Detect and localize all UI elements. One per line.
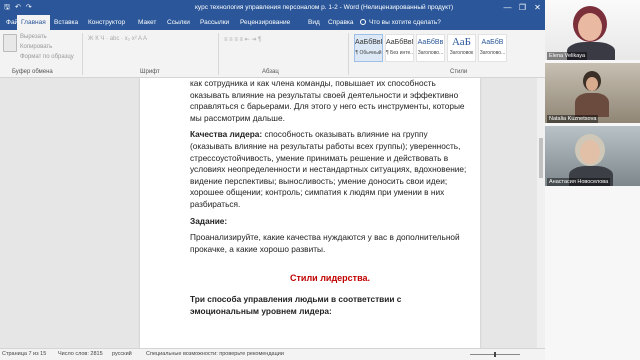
style-name: Заголовок [449, 50, 474, 56]
participant-tile[interactable]: Elena Velikaya [545, 0, 640, 60]
participant-face [580, 140, 600, 164]
redo-icon[interactable]: ↷ [26, 0, 32, 15]
quick-access-toolbar: 🖫 ↶ ↷ [4, 0, 32, 15]
tab-view[interactable]: Вид [304, 15, 324, 30]
participant-name: Natalia Kuznetsova [547, 115, 599, 123]
paragraph-leader-qualities: Качества лидера: способность оказывать в… [190, 129, 470, 210]
group-separator [218, 33, 219, 75]
save-icon[interactable]: 🖫 [4, 0, 10, 15]
style-name: Заголово... [479, 50, 506, 56]
group-separator [82, 33, 83, 75]
lightbulb-icon [360, 19, 366, 25]
tab-mailings[interactable]: Рассылки [196, 15, 233, 30]
participant-face [586, 77, 598, 91]
style-sample: АаБбВв [417, 39, 444, 46]
minimize-button[interactable]: — [500, 0, 515, 15]
ribbon-tabs: Файл Главная Вставка Конструктор Макет С… [0, 15, 545, 30]
tab-home[interactable]: Главная [17, 15, 50, 30]
document-page[interactable]: как сотрудника и как члена команды, повы… [140, 78, 480, 348]
section-subheading: Три способа управления людьми в соответс… [190, 294, 470, 317]
copy-button[interactable]: Копировать [20, 44, 52, 50]
document-body: как сотрудника и как члена команды, повы… [190, 78, 470, 317]
style-sample: АаБбВвГг, [355, 39, 382, 46]
style-sample: АаБ [452, 36, 471, 48]
font-group-label: Шрифт [140, 69, 160, 75]
task-heading: Задание: [190, 216, 470, 228]
document-canvas: как сотрудника и как члена команды, повы… [0, 78, 545, 348]
title-bar: 🖫 ↶ ↷ курс технология управления персона… [0, 0, 545, 15]
style-name: ¶ Обычный [355, 50, 382, 56]
task-label: Задание: [190, 215, 228, 226]
style-heading-2[interactable]: АаБбВ Заголово... [478, 34, 507, 62]
participant-body [575, 93, 609, 117]
close-button[interactable]: ✕ [530, 0, 545, 15]
tab-design[interactable]: Конструктор [84, 15, 129, 30]
style-heading-1[interactable]: АаБбВв Заголово... [416, 34, 445, 62]
scrollbar-thumb[interactable] [539, 138, 543, 178]
tab-help[interactable]: Справка [324, 15, 358, 30]
word-window: 🖫 ↶ ↷ курс технология управления персона… [0, 0, 545, 360]
style-name: ¶ Без инте... [386, 50, 414, 56]
style-title[interactable]: АаБ Заголовок [447, 34, 476, 62]
format-painter-button[interactable]: Формат по образцу [20, 54, 74, 60]
undo-icon[interactable]: ↶ [15, 0, 21, 15]
tab-review[interactable]: Рецензирование [236, 15, 294, 30]
styles-group-label: Стили [450, 69, 468, 75]
tell-me-search[interactable]: Что вы хотите сделать? [360, 15, 441, 30]
participant-tile[interactable]: Анастасия Новоселова [545, 126, 640, 186]
zoom-slider-knob[interactable] [494, 352, 496, 357]
leader-qualities-text: способность оказывать влияние на группу … [190, 129, 467, 209]
video-panel: Elena Velikaya Natalia Kuznetsova Анаста… [545, 0, 640, 360]
accessibility-status[interactable]: Специальные возможности: проверьте реком… [146, 349, 284, 360]
word-count[interactable]: Число слов: 2815 [58, 349, 103, 360]
participant-name: Elena Velikaya [547, 52, 588, 60]
participant-face [578, 13, 602, 41]
restore-button[interactable]: ❐ [515, 0, 530, 15]
participant-tile[interactable]: Natalia Kuznetsova [545, 63, 640, 123]
leader-qualities-label: Качества лидера: [190, 129, 263, 140]
tab-layout[interactable]: Макет [134, 15, 160, 30]
subheading-text: Три способа управления людьми в соответс… [190, 293, 402, 316]
paragraph-controls[interactable]: ≡ ≡ ≡ ≡ ⇤ ⇥ ¶ [224, 36, 261, 43]
tab-insert[interactable]: Вставка [50, 15, 82, 30]
clipboard-group-label: Буфер обмена [12, 69, 53, 75]
style-sample: АаБбВ [481, 39, 504, 46]
vertical-scrollbar[interactable] [537, 78, 545, 348]
window-title: курс технология управления персоналом р.… [195, 4, 454, 11]
task-text: Проанализируйте, какие качества нуждаютс… [190, 232, 460, 254]
language[interactable]: русский [112, 349, 132, 360]
paragraph-group-label: Абзац [262, 69, 279, 75]
tell-me-text: Что вы хотите сделать? [369, 19, 441, 26]
group-separator [348, 33, 349, 75]
style-normal[interactable]: АаБбВвГг, ¶ Обычный [354, 34, 383, 62]
tab-references[interactable]: Ссылки [163, 15, 194, 30]
cut-button[interactable]: Вырезать [20, 34, 47, 40]
paste-icon[interactable] [3, 34, 17, 52]
page-count[interactable]: Страница 7 из 15 [2, 349, 46, 360]
participant-name: Анастасия Новоселова [547, 178, 611, 186]
status-bar: Страница 7 из 15 Число слов: 2815 русски… [0, 348, 545, 360]
section-heading: Стили лидерства. [290, 273, 370, 284]
style-no-spacing[interactable]: АаБбВвГг, ¶ Без инте... [385, 34, 414, 62]
style-sample: АаБбВвГг, [386, 39, 413, 46]
style-name: Заголово... [417, 50, 444, 56]
ribbon: Вырезать Копировать Формат по образцу Бу… [0, 30, 545, 78]
font-controls[interactable]: Ж К Ч · abc · x₂ x² A A [88, 36, 147, 42]
paragraph-intro: как сотрудника и как члена команды, повы… [190, 78, 465, 123]
